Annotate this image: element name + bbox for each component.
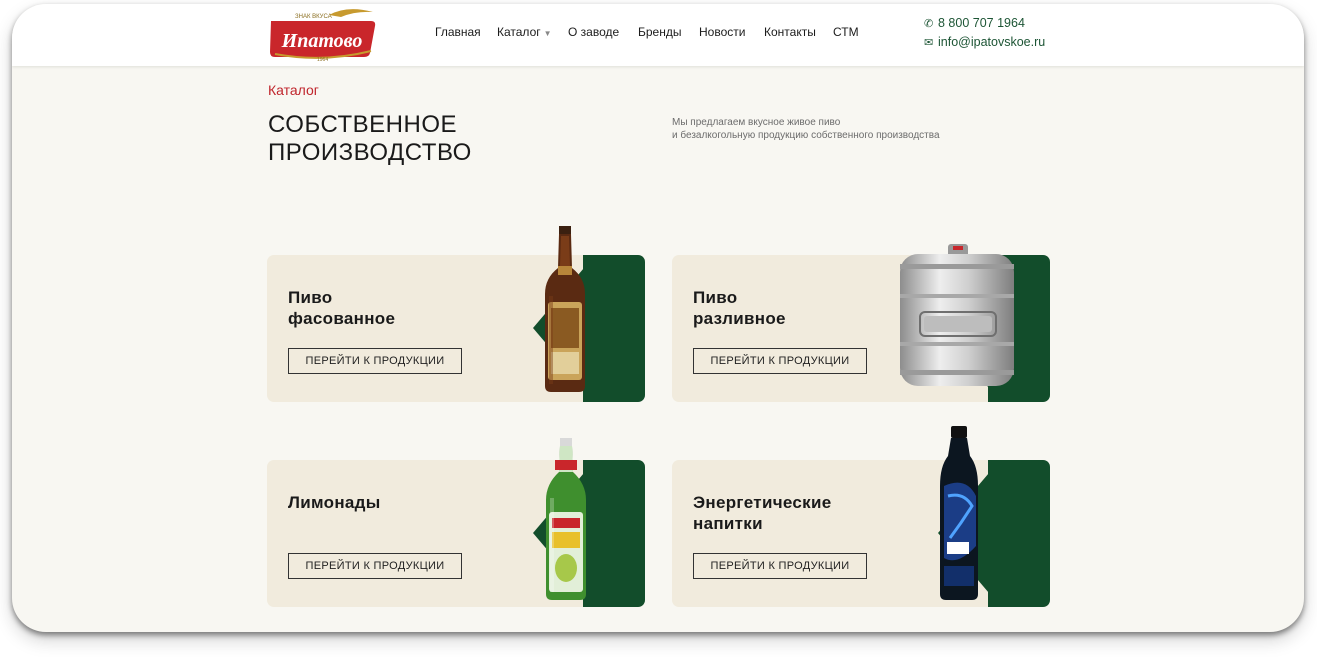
go-to-products-button[interactable]: ПЕРЕЙТИ К ПРОДУКЦИИ [693, 348, 867, 374]
email-address: info@ipatovskoe.ru [938, 35, 1046, 49]
site-header: ЗНАК ВКУСА Ипатово 1964 Главная Каталог ▼… [12, 4, 1304, 66]
go-to-products-button[interactable]: ПЕРЕЙТИ К ПРОДУКЦИИ [288, 553, 462, 579]
page-title: СОБСТВЕННОЕ ПРОИЗВОДСТВО [268, 111, 472, 167]
card-title-line1: Пиво [693, 288, 738, 307]
nav-item-brands[interactable]: Бренды [638, 25, 681, 39]
breadcrumb[interactable]: Каталог [268, 82, 319, 98]
ipatovo-logo[interactable]: ЗНАК ВКУСА Ипатово 1964 [267, 7, 377, 61]
card-title-line2: фасованное [288, 309, 396, 328]
nav-item-stm[interactable]: СТМ [833, 25, 859, 39]
card-title: Энергетические напитки [693, 492, 831, 534]
card-title: Пиво фасованное [288, 287, 395, 329]
page-title-line1: СОБСТВЕННОЕ [268, 111, 458, 138]
page-title-line2: ПРОИЗВОДСТВО [268, 139, 472, 166]
phone-icon: ✆ [924, 18, 934, 30]
logo-year: 1964 [317, 57, 328, 61]
email-link[interactable]: ✉ info@ipatovskoe.ru [924, 35, 1045, 49]
go-to-products-button[interactable]: ПЕРЕЙТИ К ПРОДУКЦИИ [288, 348, 462, 374]
card-title: Лимонады [288, 492, 381, 513]
nav-item-catalog[interactable]: Каталог ▼ [497, 25, 552, 39]
page-description: Мы предлагаем вкусное живое пиво и безал… [672, 116, 940, 142]
category-card-energy-drinks[interactable]: Энергетические напитки ПЕРЕЙТИ К ПРОДУКЦ… [672, 460, 1050, 607]
card-title: Пиво разливное [693, 287, 786, 329]
phone-link[interactable]: ✆ 8 800 707 1964 [924, 16, 1025, 30]
nav-item-about[interactable]: О заводе [568, 25, 619, 39]
card-title-line2: напитки [693, 514, 763, 533]
page-description-line2: и безалкогольную продукцию собственного … [672, 130, 940, 141]
lemonade-bottle-image [546, 438, 586, 600]
energy-drink-bottle-image [940, 426, 978, 600]
card-title-line2: разливное [693, 309, 786, 328]
go-to-products-button[interactable]: ПЕРЕЙТИ К ПРОДУКЦИИ [693, 553, 867, 579]
nav-item-catalog-label: Каталог [497, 25, 541, 39]
card-title-line1: Энергетические [693, 493, 832, 512]
nav-item-contacts[interactable]: Контакты [764, 25, 816, 39]
nav-item-news[interactable]: Новости [699, 25, 745, 39]
phone-number: 8 800 707 1964 [938, 16, 1025, 30]
beer-keg-image [900, 244, 1014, 386]
chevron-down-icon: ▼ [543, 29, 552, 38]
beer-bottle-image [545, 226, 585, 392]
mail-icon: ✉ [924, 37, 934, 49]
logo-tagline: ЗНАК ВКУСА [295, 14, 332, 20]
page-description-line1: Мы предлагаем вкусное живое пиво [672, 117, 841, 128]
card-title-line1: Пиво [288, 288, 333, 307]
browser-frame: ЗНАК ВКУСА Ипатово 1964 Главная Каталог ▼… [12, 4, 1304, 632]
card-title-line1: Лимонады [288, 493, 381, 512]
nav-item-home[interactable]: Главная [435, 25, 481, 39]
logo-name: Ипатово [281, 30, 363, 52]
